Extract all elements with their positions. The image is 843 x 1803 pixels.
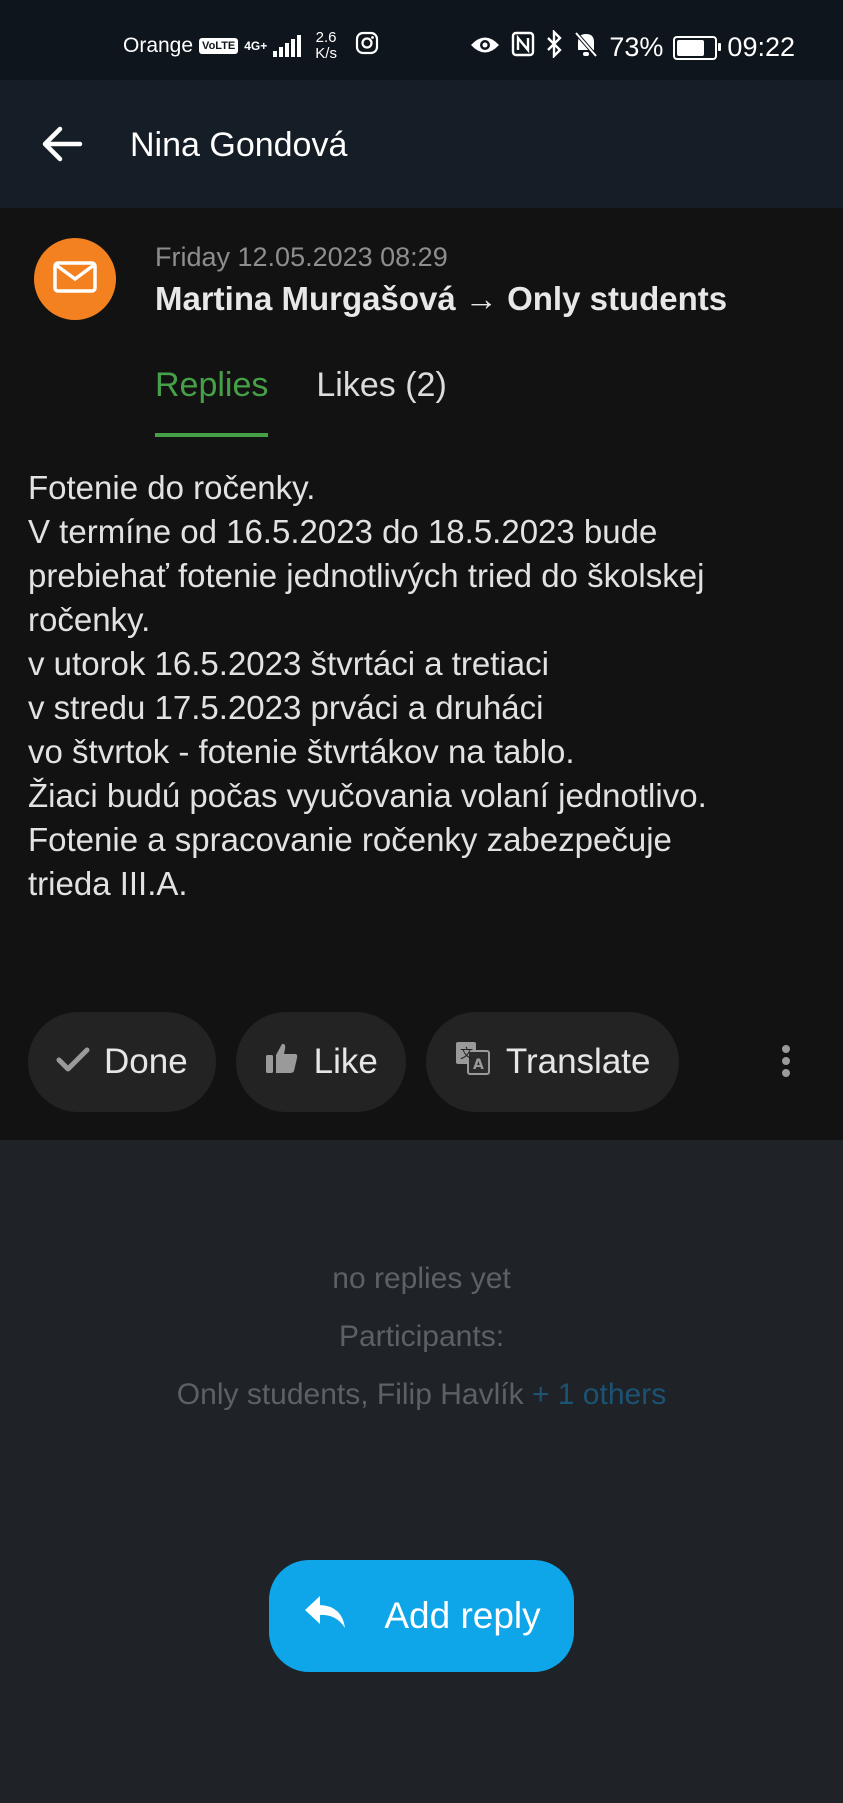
tab-bar: Replies Likes (2) [155, 366, 447, 437]
bell-off-icon [573, 30, 599, 65]
translate-label: Translate [505, 1042, 651, 1081]
body-line: v stredu 17.5.2023 prváci a druháci [28, 689, 544, 726]
body-line: Fotenie a spracovanie ročenky zabezpečuj… [28, 821, 672, 858]
thumbs-up-icon [264, 1041, 300, 1084]
tab-likes[interactable]: Likes (2) [316, 366, 446, 437]
body-line: v utorok 16.5.2023 štvrtáci a tretiaci [28, 645, 549, 682]
network-speed: 2.6 K/s [315, 30, 337, 62]
message-body: Fotenie do ročenky. V termíne od 16.5.20… [28, 466, 828, 906]
replies-empty-state: no replies yet Participants: Only studen… [0, 1250, 843, 1424]
instagram-icon [355, 31, 379, 61]
no-replies-text: no replies yet [332, 1262, 511, 1295]
speed-value: 2.6 [315, 29, 337, 46]
status-left: Orange VoLTE 4G+ 2.6 K/s [123, 30, 379, 62]
reply-arrow-icon [302, 1593, 348, 1640]
body-line: prebiehať fotenie jednotlivých tried do … [28, 557, 705, 594]
speed-unit: K/s [315, 45, 337, 62]
body-line: Fotenie do ročenky. [28, 469, 316, 506]
signal-icon [273, 35, 302, 57]
done-label: Done [104, 1042, 188, 1081]
add-reply-button[interactable]: Add reply [269, 1560, 574, 1672]
body-line: V termíne od 16.5.2023 do 18.5.2023 bude [28, 513, 658, 550]
eye-icon [469, 32, 501, 63]
participants-list: Only students, Filip Havlík [176, 1378, 524, 1411]
check-icon [56, 1042, 90, 1082]
avatar [34, 238, 116, 320]
translate-button[interactable]: 文A Translate [425, 1012, 679, 1112]
svg-text:文: 文 [460, 1047, 473, 1062]
action-bar: Done Like 文A Translate [28, 1012, 679, 1112]
done-button[interactable]: Done [28, 1012, 216, 1112]
status-right: 73% 09:22 [469, 29, 795, 65]
participants-line: Only students, Filip Havlík + 1 others [0, 1366, 843, 1424]
like-button[interactable]: Like [235, 1012, 406, 1112]
participants-label: Participants: [338, 1320, 505, 1353]
volte-badge: VoLTE [199, 38, 239, 54]
app-bar: Nina Gondová [0, 80, 843, 208]
body-line: Žiaci budú počas vyučovania volaní jedno… [28, 777, 707, 814]
body-line: trieda III.A. [28, 865, 188, 902]
like-label: Like [313, 1042, 378, 1081]
others-link[interactable]: + 1 others [532, 1378, 666, 1411]
add-reply-label: Add reply [384, 1595, 541, 1636]
message-sender: Martina Murgašová → Only students [155, 280, 728, 317]
message-panel: Friday 12.05.2023 08:29 Martina Murgašov… [0, 208, 843, 1140]
svg-text:A: A [473, 1057, 484, 1073]
battery-icon [673, 35, 722, 60]
body-line: vo štvrtok - fotenie štvrtákov na tablo. [28, 733, 575, 770]
clock: 09:22 [727, 32, 795, 62]
battery-percent: 73% [609, 32, 664, 62]
carrier-label: Orange [123, 34, 194, 57]
back-arrow-icon[interactable] [40, 124, 84, 164]
more-options-icon[interactable] [778, 1044, 794, 1078]
page-title: Nina Gondová [130, 126, 348, 164]
network-type: 4G+ [244, 39, 268, 53]
status-bar: Orange VoLTE 4G+ 2.6 K/s 73% 09:22 [0, 0, 843, 80]
tab-replies[interactable]: Replies [155, 366, 269, 437]
translate-icon: 文A [454, 1040, 492, 1085]
bluetooth-icon [545, 29, 563, 65]
message-date: Friday 12.05.2023 08:29 [155, 242, 448, 272]
nfc-icon [511, 31, 535, 64]
body-line: ročenky. [28, 601, 151, 638]
battery-fill [677, 39, 704, 56]
envelope-icon [53, 260, 97, 298]
